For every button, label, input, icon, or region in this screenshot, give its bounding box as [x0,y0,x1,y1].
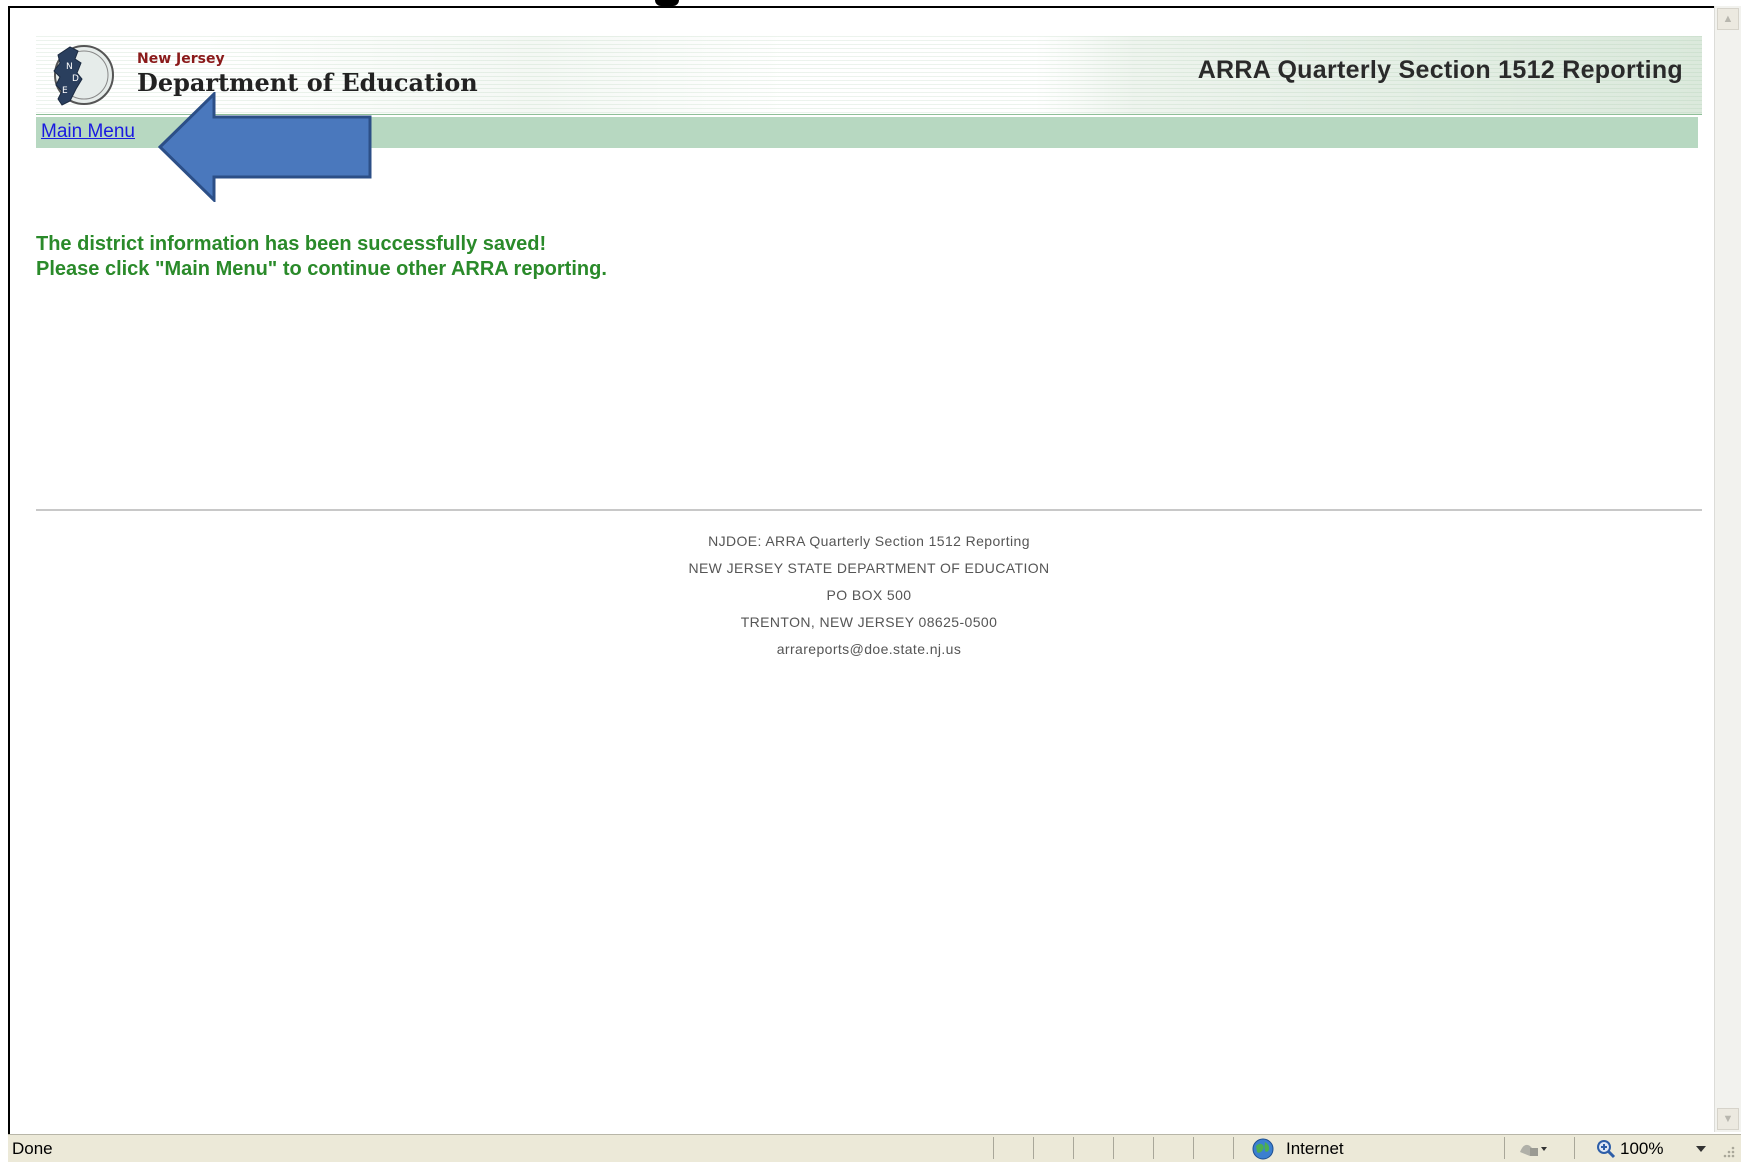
footer-city: TRENTON, NEW JERSEY 08625-0500 [740,614,998,630]
status-divider [993,1137,994,1159]
vertical-scrollbar[interactable]: ▲ ▼ [1714,6,1741,1132]
status-divider [1574,1137,1575,1159]
status-divider [1153,1137,1154,1159]
footer-email[interactable]: arrareports@doe.state.nj.us [36,636,1702,663]
app-title: ARRA Quarterly Section 1512 Reporting [1197,56,1683,84]
footer-po-box: PO BOX 500 [826,587,912,603]
org-state-label: New Jersey [137,51,225,67]
footer-divider [36,509,1702,511]
success-message: The district information has been succes… [36,232,607,282]
status-divider [1504,1137,1505,1159]
status-text: Done [12,1139,53,1158]
njdoe-seal-icon: N D E [53,45,114,106]
svg-text:N: N [66,62,73,72]
browser-content-area: N D E New Jersey Department of Education… [8,6,1741,1162]
internet-globe-icon [1252,1138,1274,1160]
status-divider [1073,1137,1074,1159]
footer-department: NEW JERSEY STATE DEPARTMENT OF EDUCATION [688,560,1050,576]
zoom-level[interactable]: 100% [1620,1139,1663,1159]
scroll-up-button[interactable]: ▲ [1717,8,1739,30]
success-message-line-2: Please click "Main Menu" to continue oth… [36,258,607,280]
status-divider [1113,1137,1114,1159]
zoom-magnifier-icon [1597,1140,1616,1159]
callout-arrow-icon [158,92,372,202]
status-divider [1033,1137,1034,1159]
scroll-down-button[interactable]: ▼ [1717,1108,1739,1130]
page-footer: NJDOE: ARRA Quarterly Section 1512 Repor… [36,528,1702,663]
main-menu-link[interactable]: Main Menu [41,121,135,143]
status-bar: Done Internet 100% [8,1134,1741,1162]
status-divider [1193,1137,1194,1159]
footer-app-name: NJDOE: ARRA Quarterly Section 1512 Repor… [708,533,1030,549]
security-zone-label: Internet [1286,1139,1344,1158]
protected-mode-icon[interactable] [1518,1140,1548,1158]
resize-grip-icon[interactable] [1720,1143,1736,1159]
success-message-line-1: The district information has been succes… [36,233,547,255]
status-divider [1233,1137,1234,1159]
svg-text:E: E [62,86,68,96]
chevron-down-icon[interactable] [1696,1146,1706,1152]
svg-text:D: D [72,74,79,84]
